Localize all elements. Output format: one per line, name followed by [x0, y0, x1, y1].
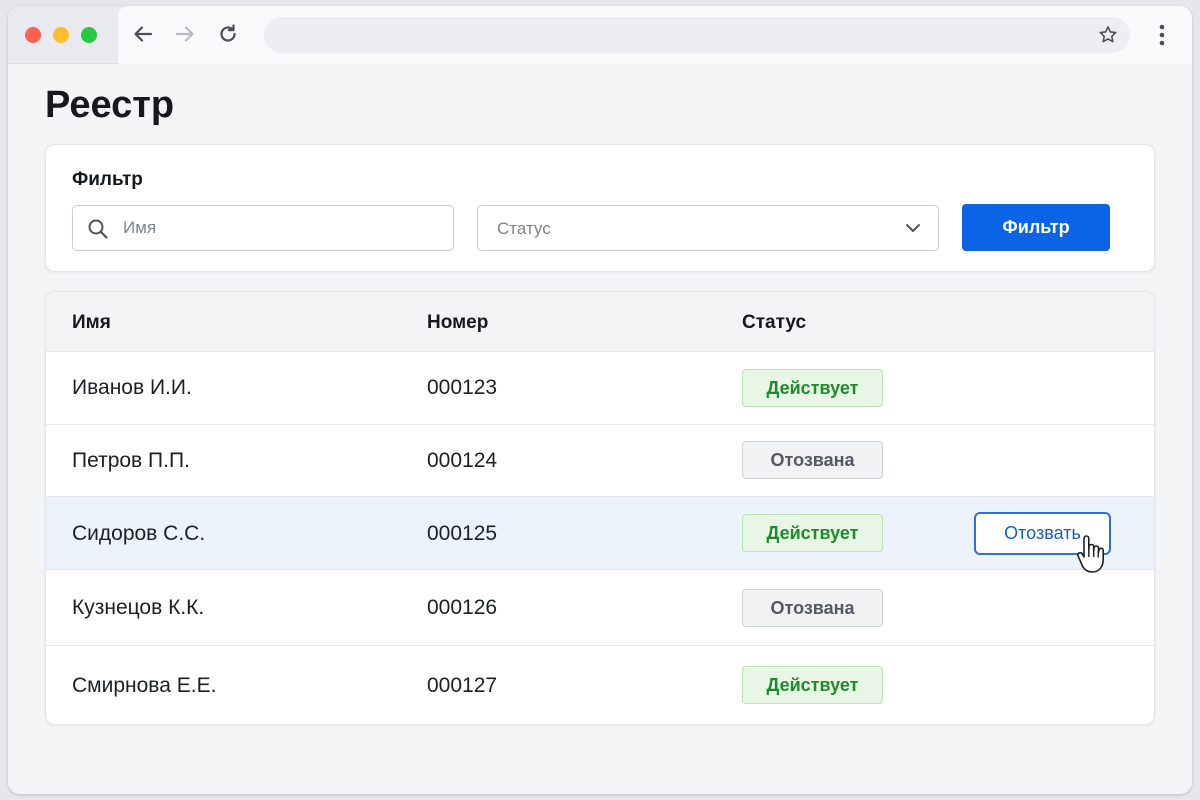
browser-menu-icon[interactable]	[1150, 22, 1174, 48]
column-header-name[interactable]: Имя	[72, 312, 111, 334]
status-badge: Действует	[742, 514, 883, 552]
column-header-number[interactable]: Номер	[427, 312, 488, 334]
back-arrow-icon[interactable]	[130, 21, 156, 47]
status-badge: Действует	[742, 369, 883, 407]
page-title: Реестр	[45, 84, 175, 126]
row-name: Смирнова Е.Е.	[72, 674, 217, 697]
table-row[interactable]: Петров П.П. 000124 Отозвана	[46, 425, 1154, 497]
bookmark-star-icon[interactable]	[1096, 23, 1120, 47]
status-badge: Действует	[742, 666, 883, 704]
filter-heading: Фильтр	[72, 169, 143, 190]
row-number: 000127	[427, 674, 498, 697]
table-row-hovered[interactable]: Сидоров С.С. 000125 Действует Отозвать	[46, 497, 1154, 573]
row-number: 000123	[427, 376, 498, 399]
reload-icon[interactable]	[215, 21, 241, 47]
status-select-value: Статус	[497, 219, 551, 238]
row-number: 000124	[427, 449, 498, 472]
registry-table: Имя Номер Статус Иванов И.И. 000123 Дейс…	[45, 291, 1155, 725]
close-window-button[interactable]	[25, 27, 41, 43]
row-name: Петров П.П.	[72, 449, 190, 472]
search-icon	[88, 219, 108, 239]
row-name: Сидоров С.С.	[72, 522, 206, 545]
chevron-down-icon	[906, 224, 920, 232]
filter-panel: Фильтр Статус Фильтр	[45, 144, 1155, 272]
table-row[interactable]: Иванов И.И. 000123 Действует	[46, 352, 1154, 425]
status-select[interactable]: Статус	[477, 205, 939, 251]
name-search-field[interactable]	[72, 205, 454, 251]
row-name: Кузнецов К.К.	[72, 596, 205, 619]
table-header: Имя Номер Статус	[46, 292, 1154, 352]
table-row[interactable]: Кузнецов К.К. 000126 Отозвана	[46, 570, 1154, 646]
minimize-window-button[interactable]	[53, 27, 69, 43]
row-number: 000125	[427, 522, 498, 545]
browser-toolbar	[8, 6, 1192, 64]
forward-arrow-icon[interactable]	[172, 21, 198, 47]
table-row[interactable]: Смирнова Е.Е. 000127 Действует	[46, 646, 1154, 724]
status-badge: Отозвана	[742, 441, 883, 479]
name-search-input[interactable]	[123, 206, 443, 250]
maximize-window-button[interactable]	[81, 27, 97, 43]
status-badge: Отозвана	[742, 589, 883, 627]
row-number: 000126	[427, 596, 498, 619]
hand-cursor-icon	[1077, 535, 1104, 573]
browser-window: Реестр Фильтр Статус Фильтр Имя Номер Ст…	[8, 6, 1192, 794]
address-bar[interactable]	[264, 17, 1130, 53]
column-header-status[interactable]: Статус	[742, 312, 806, 334]
apply-filter-button[interactable]: Фильтр	[962, 204, 1110, 251]
row-name: Иванов И.И.	[72, 376, 192, 399]
